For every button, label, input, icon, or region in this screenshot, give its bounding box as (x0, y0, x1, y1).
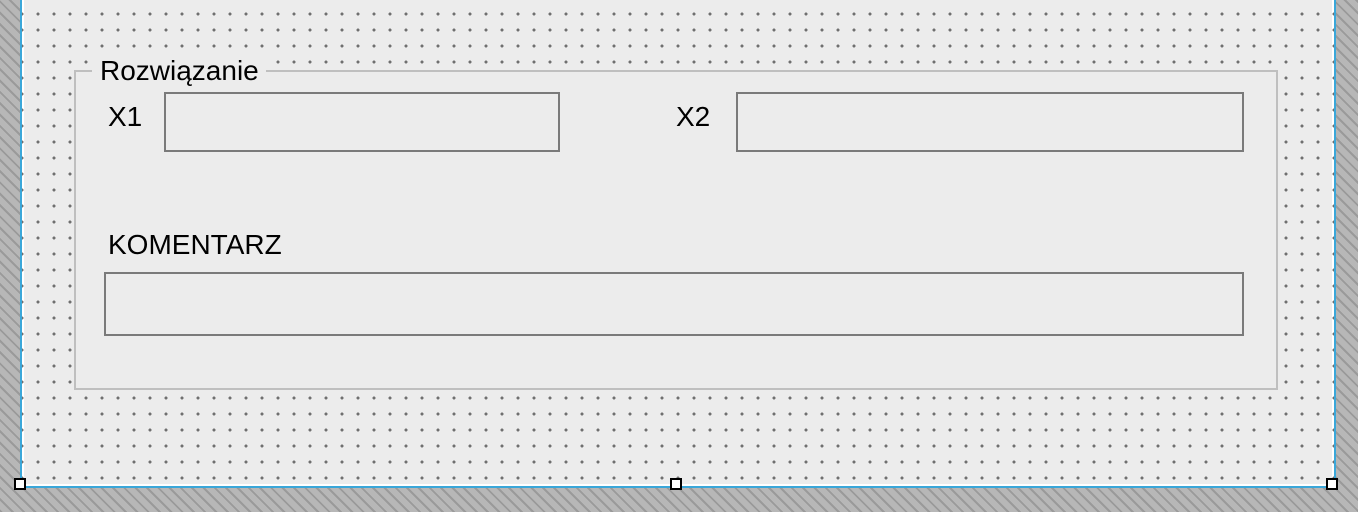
comment-input[interactable] (104, 272, 1244, 336)
form-designer-canvas[interactable]: Rozwiązanie X1 X2 KOMENTARZ (20, 0, 1336, 488)
solution-groupbox[interactable]: Rozwiązanie X1 X2 KOMENTARZ (74, 70, 1278, 390)
resize-handle-sw[interactable] (14, 478, 26, 490)
groupbox-legend: Rozwiązanie (92, 52, 267, 88)
x2-input[interactable] (736, 92, 1244, 152)
comment-label: KOMENTARZ (104, 228, 286, 260)
x1-input[interactable] (164, 92, 560, 152)
resize-handle-se[interactable] (1326, 478, 1338, 490)
x2-label: X2 (672, 100, 714, 132)
x1-label: X1 (104, 100, 146, 132)
resize-handle-s[interactable] (670, 478, 682, 490)
